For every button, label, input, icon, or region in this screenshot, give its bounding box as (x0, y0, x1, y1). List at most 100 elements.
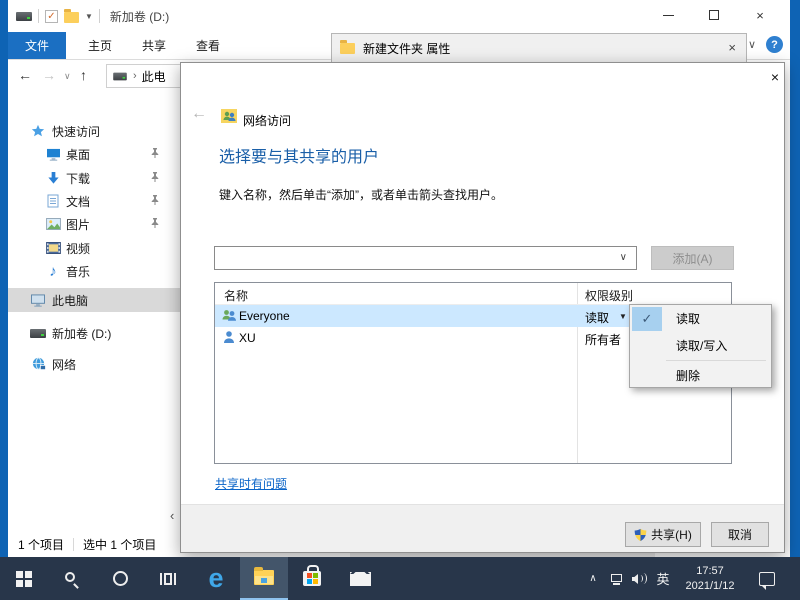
menu-item-remove[interactable]: 删除 (630, 362, 771, 388)
add-button[interactable]: 添加(A) (651, 246, 734, 270)
network-tray-button[interactable] (605, 557, 627, 600)
properties-checkbox-icon[interactable]: ✓ (45, 10, 58, 23)
scroll-left-chevron-icon[interactable]: ‹ (170, 508, 174, 523)
sidebar-item-network[interactable]: 网络 (8, 352, 180, 376)
edge-button[interactable]: e (192, 557, 240, 600)
maximize-icon (709, 10, 719, 20)
language-label: 英 (656, 569, 669, 588)
speaker-icon (632, 572, 648, 586)
menu-item-read[interactable]: 读取 (630, 305, 771, 332)
divider (99, 9, 100, 23)
minimize-icon (663, 15, 674, 16)
column-header-permission[interactable]: 权限级别 (585, 287, 633, 304)
file-explorer-button[interactable] (240, 557, 288, 600)
tab-view[interactable]: 查看 (182, 32, 234, 59)
sidebar-item-downloads[interactable]: 下载 (8, 166, 180, 190)
uac-shield-icon (634, 528, 647, 542)
tab-share[interactable]: 共享 (128, 32, 180, 59)
tab-home[interactable]: 主页 (74, 32, 126, 59)
group-icon (221, 308, 237, 323)
mail-button[interactable] (336, 557, 384, 600)
sidebar-item-this-pc[interactable]: 此电脑 (8, 288, 180, 312)
share-dialog: × ← 网络访问 选择要与其共享的用户 键入名称，然后单击“添加”，或者单击箭头… (180, 62, 785, 553)
recent-locations-chevron-icon[interactable]: ∨ (64, 71, 71, 82)
menu-item-label: 读取/写入 (676, 337, 727, 354)
volume-tray-button[interactable] (629, 557, 651, 600)
action-center-button[interactable] (752, 557, 782, 600)
sidebar-item-documents[interactable]: 文档 (8, 189, 180, 213)
drive-icon (113, 72, 127, 80)
up-icon[interactable]: ↑ (80, 67, 87, 83)
share-button[interactable]: 共享(H) (625, 522, 701, 547)
action-center-icon (759, 572, 775, 586)
help-icon[interactable]: ? (766, 36, 783, 53)
selected-count: 选中 1 个项目 (83, 536, 156, 553)
user-combobox[interactable]: ∨ (214, 246, 637, 270)
sidebar-item-label: 网络 (52, 356, 76, 373)
sidebar-item-label: 音乐 (66, 263, 90, 280)
close-icon[interactable]: × (728, 40, 736, 55)
menu-separator (666, 360, 766, 361)
properties-dialog-titlebar[interactable]: 新建文件夹 属性 × (331, 33, 747, 62)
sidebar-item-music[interactable]: ♪ 音乐 (8, 259, 180, 283)
sidebar-item-new-volume-d[interactable]: 新加卷 (D:) (8, 321, 180, 345)
permission-value: 读取 (585, 309, 609, 326)
language-indicator[interactable]: 英 (652, 557, 674, 600)
sidebar-item-label: 新加卷 (D:) (52, 325, 111, 342)
sidebar-item-quick-access[interactable]: 快速访问 (8, 119, 180, 143)
pin-icon (150, 171, 160, 182)
cortana-button[interactable] (96, 557, 144, 600)
minimize-button[interactable] (645, 0, 691, 30)
sharing-trouble-link[interactable]: 共享时有问题 (215, 475, 287, 492)
expand-ribbon-chevron-icon[interactable]: ∨ (748, 38, 756, 51)
chevron-down-icon[interactable]: ∨ (620, 252, 627, 263)
task-view-button[interactable] (144, 557, 192, 600)
sidebar-item-videos[interactable]: 视频 (8, 236, 180, 260)
user-icon (223, 330, 235, 344)
maximize-button[interactable] (691, 0, 737, 30)
sidebar-item-label: 视频 (66, 240, 90, 257)
close-button[interactable]: × (765, 69, 785, 87)
store-button[interactable] (288, 557, 336, 600)
back-icon[interactable]: ← (18, 67, 32, 83)
pin-icon (150, 194, 160, 205)
taskbar: e ∧ 英 17:57 2021/1/12 (0, 557, 800, 600)
music-note-icon: ♪ (45, 263, 61, 279)
instruction-text: 键入名称，然后单击“添加”，或者单击箭头查找用户。 (219, 186, 503, 203)
menu-item-read-write[interactable]: 读取/写入 (630, 332, 771, 359)
new-folder-icon[interactable] (64, 12, 79, 23)
explorer-titlebar: ✓ ▼ 新加卷 (D:) × (8, 0, 790, 32)
close-button[interactable]: × (737, 0, 783, 30)
quick-access-toolbar: ✓ ▼ 新加卷 (D:) (8, 8, 169, 25)
mail-icon (350, 572, 371, 586)
list-header: 名称 权限级别 (215, 283, 731, 305)
column-header-name[interactable]: 名称 (224, 287, 248, 304)
start-button[interactable] (0, 557, 48, 600)
user-combobox-input[interactable] (217, 249, 612, 267)
back-icon[interactable]: ← (191, 105, 207, 123)
pin-icon (150, 217, 160, 228)
sidebar-item-desktop[interactable]: 桌面 (8, 142, 180, 166)
sidebar-item-label: 图片 (66, 216, 90, 233)
qat-customize-chevron-icon[interactable]: ▼ (85, 12, 93, 21)
cancel-button[interactable]: 取消 (711, 522, 769, 547)
breadcrumb[interactable]: 此电 (142, 68, 166, 85)
search-icon (64, 571, 80, 587)
computer-icon (30, 292, 46, 308)
desktop: ✓ ▼ 新加卷 (D:) × 文件 主页 共享 查看 ∨ ? ← → ∨ ↑ (0, 0, 800, 600)
chevron-up-icon: ∧ (589, 573, 596, 584)
show-hidden-icons-button[interactable]: ∧ (583, 557, 603, 600)
network-globe-icon (30, 356, 46, 372)
breadcrumb-separator-icon: › (133, 70, 137, 82)
drive-icon (30, 325, 46, 341)
tab-file[interactable]: 文件 (8, 32, 66, 59)
search-button[interactable] (48, 557, 96, 600)
task-view-icon (160, 573, 176, 585)
clock[interactable]: 17:57 2021/1/12 (678, 557, 742, 600)
user-name: Everyone (239, 309, 290, 323)
sidebar-item-pictures[interactable]: 图片 (8, 212, 180, 236)
network-icon (609, 573, 624, 585)
permission-dropdown-icon[interactable]: ▼ (619, 312, 627, 321)
forward-icon[interactable]: → (42, 67, 56, 83)
status-bar: 1 个项目 选中 1 个项目 (8, 531, 180, 557)
